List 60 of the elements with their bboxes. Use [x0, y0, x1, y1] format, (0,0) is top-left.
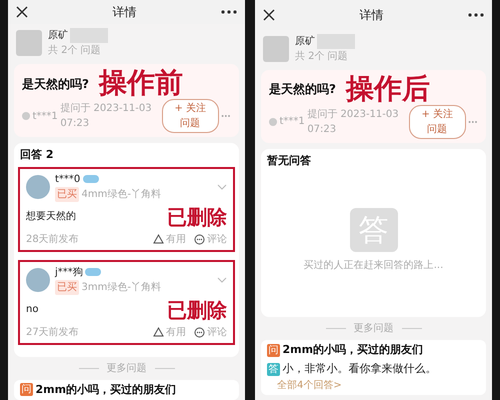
question-mark-icon: 问: [20, 383, 33, 396]
ask-time: 提问于 2023-11-03 07:23: [307, 108, 400, 137]
purchase-tag: 已买: [55, 280, 79, 294]
follow-button[interactable]: + 关注问题: [408, 104, 466, 139]
more-questions-label: 更多问题: [106, 362, 146, 376]
useful-label[interactable]: 有用: [166, 232, 186, 246]
product-spec: 4mm绿色-丫角料: [82, 188, 161, 202]
annotation-label: 已删除: [167, 204, 227, 230]
related-answer: 小，非常小。看你拿来做什么。: [282, 361, 436, 378]
all-answers-link[interactable]: 全部4个回答>: [277, 380, 342, 391]
empty-message: 买过的人正在赶来回答的路上...: [304, 258, 444, 274]
question-title: 是天然的吗?: [269, 81, 336, 98]
more-questions-label: 更多问题: [354, 322, 394, 336]
annotation-label: 操作前: [98, 68, 183, 99]
avatar-placeholder: [26, 174, 50, 198]
useful-label[interactable]: 有用: [166, 324, 186, 340]
answer-mark-icon: 答: [267, 363, 280, 376]
comment-icon[interactable]: [194, 234, 204, 244]
product-thumbnail: [16, 30, 42, 56]
question-count: 共 2个 问题: [48, 44, 102, 58]
section-title: 回答 2: [20, 147, 54, 163]
level-badge-icon: [85, 268, 102, 276]
page-title: 详情: [112, 4, 136, 22]
user-avatar-icon: [22, 111, 30, 121]
level-badge-icon: [82, 175, 99, 183]
answer-text: no: [26, 303, 38, 317]
purchase-tag: 已买: [55, 186, 79, 202]
section-title: 暂无问答: [267, 152, 312, 169]
close-icon[interactable]: [16, 6, 28, 18]
user-name: t***0: [55, 172, 80, 186]
annotation-label: 已删除: [167, 296, 227, 324]
triangle-icon[interactable]: [152, 234, 164, 244]
related-question: 2mm的小吗，买过的朋友们: [282, 342, 424, 358]
annotation-label: 操作后: [346, 74, 430, 105]
more-icon[interactable]: [221, 10, 237, 14]
related-question: 2mm的小吗，买过的朋友们: [36, 382, 176, 398]
close-icon[interactable]: [263, 9, 275, 21]
question-mark-icon: 问: [267, 344, 280, 358]
follow-button[interactable]: + 关注问题: [162, 99, 219, 133]
comment-label[interactable]: 评论: [207, 232, 227, 246]
post-time: 27天前发布: [26, 326, 79, 340]
comment-icon[interactable]: [194, 326, 204, 338]
user-avatar-icon: [269, 116, 278, 127]
comment-label[interactable]: 评论: [207, 324, 227, 340]
answer-text: 想要天然的: [26, 210, 76, 224]
avatar-placeholder: [26, 268, 50, 292]
post-time: 28天前发布: [26, 232, 79, 246]
question-count: 共 2个 问题: [295, 50, 349, 64]
product-spec: 3mm绿色-丫角料: [82, 280, 161, 294]
product-thumbnail: [263, 36, 289, 62]
triangle-icon[interactable]: [152, 327, 164, 337]
more-icon[interactable]: [468, 13, 484, 17]
ask-time: 提问于 2023-11-03 07:23: [60, 102, 153, 131]
product-name: 原矿: [295, 34, 355, 49]
asker-name: t***1: [280, 115, 305, 130]
user-name: j***狗: [55, 266, 83, 280]
question-title: 是天然的吗?: [22, 76, 89, 93]
page-title: 详情: [360, 7, 384, 24]
asker-name: t***1: [32, 110, 58, 124]
product-name: 原矿: [48, 28, 108, 44]
